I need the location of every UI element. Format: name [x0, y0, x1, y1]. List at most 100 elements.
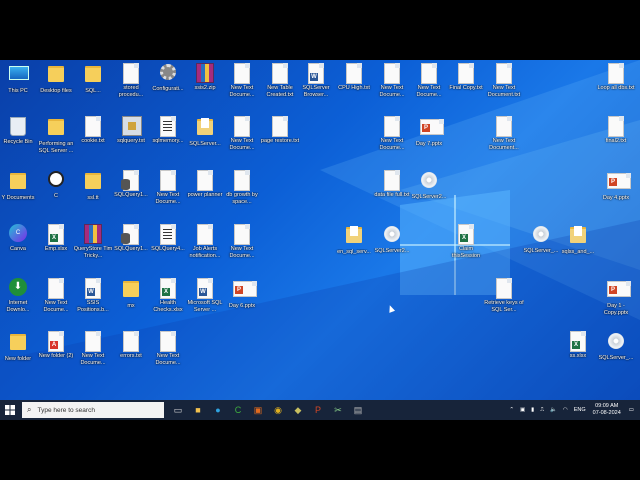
desktop-icon-ssis2-zip[interactable]: ssis2.zip — [185, 63, 225, 92]
desktop-icon-label: SQLServer Browser... — [302, 85, 330, 98]
folder-icon — [122, 281, 140, 301]
desktop-icon-new-text-docume[interactable]: New Text Docume... — [73, 331, 113, 366]
desktop-icon-cpu-high-txt[interactable]: CPU High.txt — [334, 63, 374, 92]
app-icon[interactable]: ▤ — [348, 400, 368, 420]
desktop-icon-data-file-full-txt[interactable]: data file full.txt — [372, 170, 412, 199]
doc-icon — [47, 278, 65, 299]
taskbar-search-box[interactable]: ⌕ Type here to search — [22, 402, 164, 418]
clock[interactable]: 09:09 AM 07-08-2024 — [593, 403, 621, 417]
battery-icon[interactable]: ▮ — [531, 407, 534, 413]
desktop-icon-sqlserver2[interactable]: SQLServer2... — [372, 224, 412, 255]
usb-icon[interactable]: ⎍ — [540, 407, 544, 414]
desktop-icon-new-text-docume[interactable]: New Text Docume... — [409, 63, 449, 98]
desktop-icon-ssis-positions-b[interactable]: W SSIS Positions.b... — [73, 278, 113, 313]
desktop-icon-day-6-pptx[interactable]: P Day 6.pptx — [222, 278, 262, 310]
desktop-icon-performing-an-sql-server[interactable]: Performing an SQL Server ... — [36, 116, 76, 154]
desktop-icon-label: db growth by space... — [226, 192, 258, 205]
notifications-icon[interactable]: ▭ — [629, 407, 634, 413]
wifi-icon[interactable]: ◠ — [563, 407, 568, 413]
desktop-icon-c[interactable]: C — [36, 170, 76, 200]
desktop-icon-sqlquery-txt[interactable]: sqlquery.txt — [111, 116, 151, 145]
desktop-icon-sqlquery4[interactable]: SQLQuery4... — [148, 224, 188, 253]
desktop-icon-sqlserver[interactable]: SQLServer_... — [521, 224, 561, 255]
desktop-icon-cookie-txt[interactable]: cookie.txt — [73, 116, 113, 145]
desktop-icon-canva[interactable]: C Canva — [0, 224, 38, 253]
powerpoint-icon[interactable]: P — [308, 400, 328, 420]
desktop-icon-final2-txt[interactable]: final2.txt — [596, 116, 636, 145]
desktop-icon-loop-all-dbs-txt[interactable]: Loop all dbs.txt — [596, 63, 636, 92]
desktop-icon-en-sql-serv[interactable]: en_sql_serv... — [334, 224, 374, 256]
desktop-icon-new-folder-2[interactable]: A New folder (2) — [36, 331, 76, 360]
desktop-icon-label: New Text Docume... — [229, 138, 255, 151]
desktop-icon-db-growth-by-space[interactable]: db growth by space... — [222, 170, 262, 205]
desktop-icon-sqlserver[interactable]: SQLServer... — [185, 116, 225, 148]
desktop-icon-sqlss-and[interactable]: sqlss_and_... — [558, 224, 598, 256]
desktop-icon-new-text-document-txt[interactable]: New Text Document.txt — [484, 63, 524, 98]
desktop-icon-sql[interactable]: SQL... — [73, 63, 113, 95]
doc-icon — [420, 63, 438, 84]
desktop-icon-microsoft-sql-server[interactable]: W Microsoft SQL Server ... — [185, 278, 225, 313]
network-icon[interactable]: ▣ — [520, 407, 525, 413]
desktop-icon-ssl-tt[interactable]: ssl.tt — [73, 170, 113, 202]
desktop-icon-new-text-document[interactable]: New Text Document... — [484, 116, 524, 151]
desktop-icon-claim-thissession[interactable]: X Claim thisSession — [446, 224, 486, 259]
language-indicator[interactable]: ENG — [574, 407, 586, 413]
desktop-icon-ss-xlsx[interactable]: Xss.xlsx — [558, 331, 598, 360]
desktop-icon-label: sqlmemory... — [152, 138, 184, 144]
desktop-icon-new-text-docume[interactable]: New Text Docume... — [148, 331, 188, 366]
desktop-icon-emp-xlsx[interactable]: X Emp.xlsx — [36, 224, 76, 253]
desktop-icon-new-text-docume[interactable]: New Text Docume... — [372, 116, 412, 151]
doc-icon — [495, 63, 513, 84]
desktop-icon-day-4-pptx[interactable]: P Day 4.pptx — [596, 170, 636, 202]
desktop-icon-health-checks-xlsx[interactable]: X Health Checks.xlsx — [148, 278, 188, 313]
desktop-icon-y-documents[interactable]: Y Documents — [0, 170, 38, 202]
desktop-icon-sqlserver[interactable]: SQLServer_... — [596, 331, 636, 362]
desktop-icon-sqlserver-browser[interactable]: W SQLServer Browser... — [296, 63, 336, 98]
task-view-icon[interactable]: ▭ — [168, 400, 188, 420]
desktop-icon-errors-txt[interactable]: errors.txt — [111, 331, 151, 360]
desktop-icon-sqlserver2[interactable]: SQLServer2... — [409, 170, 449, 201]
desktop-icon-mx[interactable]: mx — [111, 278, 151, 310]
desktop-icon-new-table-created-txt[interactable]: New Table Created.txt — [260, 63, 300, 98]
camtasia-icon[interactable]: C — [228, 400, 248, 420]
show-hidden-icons-button[interactable]: ⌃ — [509, 407, 514, 413]
desktop-icon-this-pc[interactable]: This PC — [0, 63, 38, 95]
desktop-icon-new-text-docume[interactable]: New Text Docume... — [222, 63, 262, 98]
desktop-icon-job-alerts-notification[interactable]: Job Alerts notification... — [185, 224, 225, 259]
desktop-icon-day-1-copy-pptx[interactable]: P Day 1 - Copy.pptx — [596, 278, 636, 316]
desktop-icon-querystore-tim-tricky[interactable]: QueryStore Tim Tricky... — [73, 224, 113, 259]
desktop-icon-new-text-docume[interactable]: New Text Docume... — [148, 170, 188, 205]
desktop-icon-retrieve-keys-of-sql-ser[interactable]: Retrieve keys of SQL Ser... — [484, 278, 524, 313]
desktop-icon-configurati[interactable]: Configurati... — [148, 63, 188, 93]
desktop-icon-new-folder[interactable]: New folder — [0, 331, 38, 363]
desktop-icon-stored-procedu[interactable]: stored procedu... — [111, 63, 151, 98]
snip-icon[interactable]: ✂ — [328, 400, 348, 420]
excel-icon: X — [47, 224, 65, 245]
ppt-icon: P — [607, 281, 631, 301]
office-icon[interactable]: ▣ — [248, 400, 268, 420]
desktop-icon-label: Internet Downlo... — [6, 300, 30, 313]
desktop-icon-desktop-files[interactable]: Desktop files — [36, 63, 76, 95]
desktop-icon-sqlmemory[interactable]: sqlmemory... — [148, 116, 188, 145]
sqldb-icon — [121, 170, 140, 191]
desktop-icon-new-text-docume[interactable]: New Text Docume... — [36, 278, 76, 313]
desktop-icon-recycle-bin[interactable]: Recycle Bin — [0, 116, 38, 146]
desktop-icon-sqlquery1[interactable]: SQLQuery1... — [111, 170, 151, 199]
desktop-icon-new-text-docume[interactable]: New Text Docume... — [222, 116, 262, 151]
desktop-icon-label: SQLServer_... — [523, 248, 559, 254]
ssms-icon[interactable]: ◆ — [288, 400, 308, 420]
desktop-icon-day-7-pptx[interactable]: P Day 7.pptx — [409, 116, 449, 148]
folderdoc-icon — [345, 226, 363, 247]
desktop-icon-sqlquery1[interactable]: SQLQuery1... — [111, 224, 151, 253]
volume-icon[interactable]: 🔈 — [550, 407, 557, 413]
file-explorer-icon[interactable]: ■ — [188, 400, 208, 420]
desktop-icon-internet-downlo[interactable]: ⬇ Internet Downlo... — [0, 278, 38, 313]
start-button[interactable] — [0, 400, 20, 420]
desktop-icon-new-text-docume[interactable]: New Text Docume... — [222, 224, 262, 259]
desktop-icon-final-copy-txt[interactable]: Final Copy.txt — [446, 63, 486, 92]
desktop-icon-new-text-docume[interactable]: New Text Docume... — [372, 63, 412, 98]
edge-icon[interactable]: ● — [208, 400, 228, 420]
desktop-icon-power-planner[interactable]: power planner — [185, 170, 225, 199]
desktop-icon-page-restore-txt[interactable]: page restore.txt — [260, 116, 300, 145]
chrome-icon[interactable]: ◉ — [268, 400, 288, 420]
